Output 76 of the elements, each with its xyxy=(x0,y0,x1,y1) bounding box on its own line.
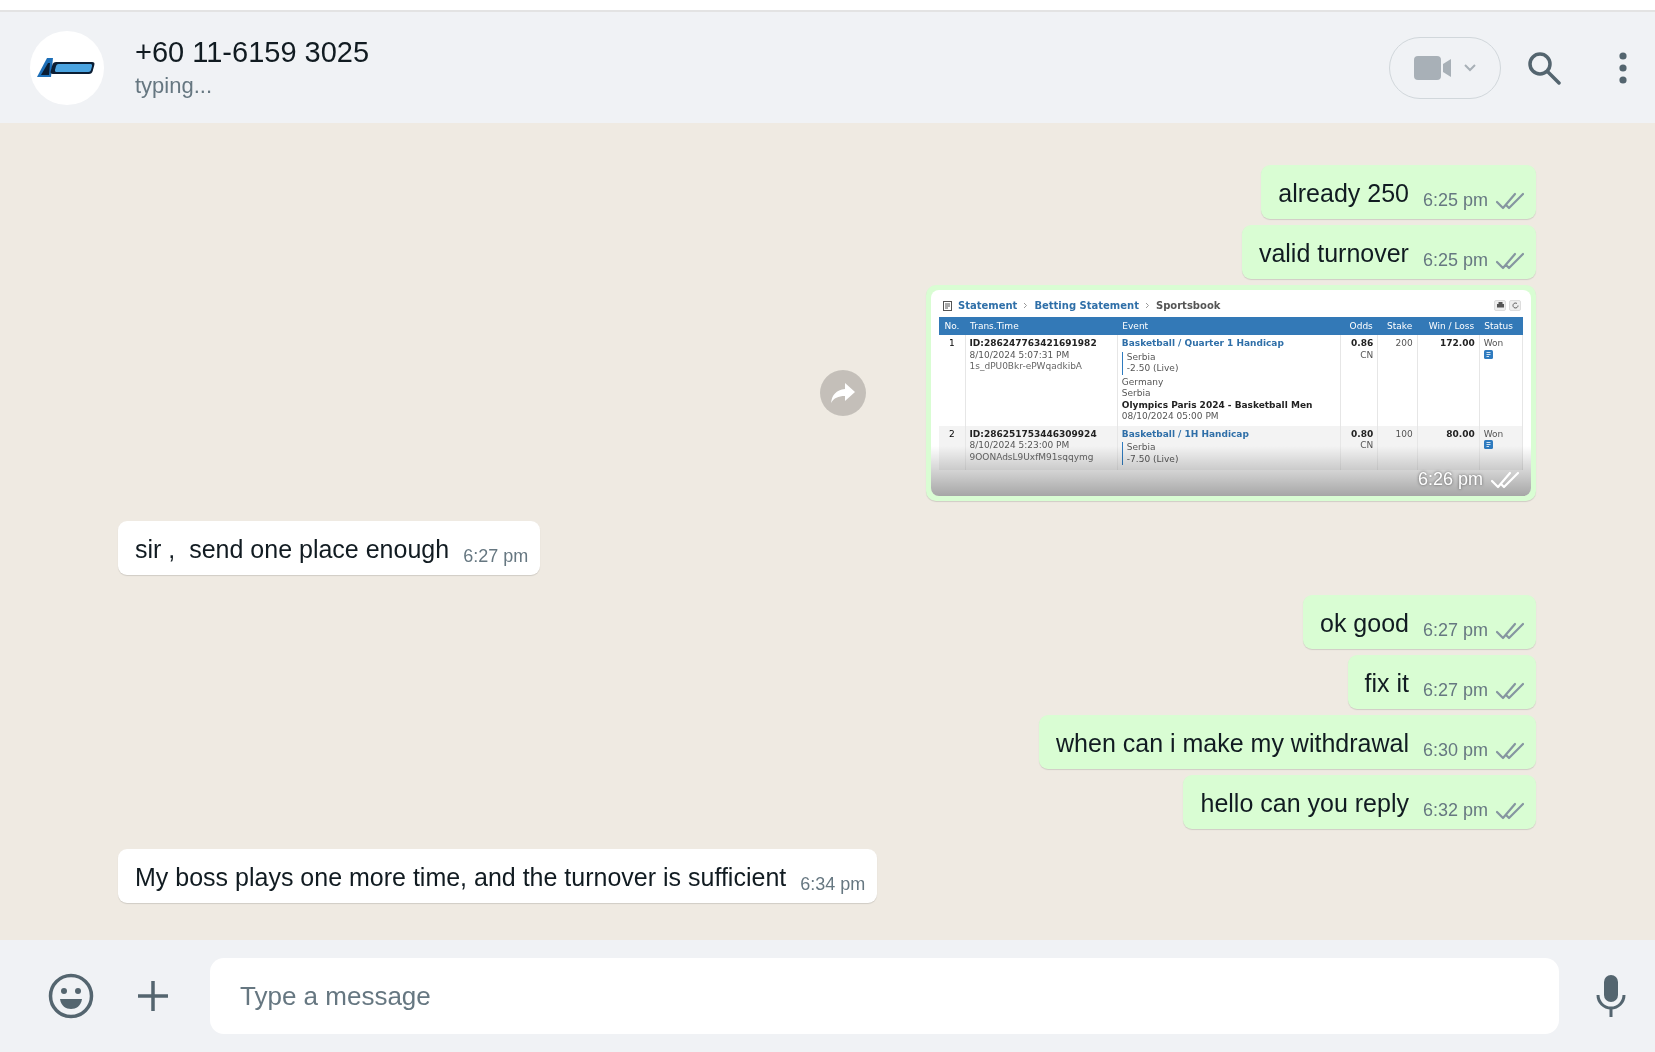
emoji-icon[interactable] xyxy=(48,973,94,1019)
odds-value: 0.86 xyxy=(1350,338,1374,350)
message-time: 6:32 pm xyxy=(1422,800,1488,821)
message-input[interactable]: Type a message xyxy=(210,958,1559,1034)
stake-amount: 100 xyxy=(1394,428,1413,440)
document-icon xyxy=(1483,440,1493,449)
bet-type: Basketball / 1H Handicap xyxy=(1121,428,1250,440)
refresh-icon xyxy=(1511,302,1519,309)
message-time: 6:34 pm xyxy=(800,874,866,895)
menu-icon[interactable] xyxy=(1619,51,1627,84)
message-time: 6:30 pm xyxy=(1422,740,1488,761)
column-header: Event xyxy=(1122,321,1149,331)
transaction-time: 8/10/2024 5:23:00 PM xyxy=(969,440,1071,452)
message-time: 6:27 pm xyxy=(463,546,529,567)
bet-status: Won xyxy=(1483,338,1505,350)
chevron-right-icon xyxy=(1144,302,1150,309)
message-time: 6:26 pm xyxy=(1417,469,1483,490)
message-text: already 250 xyxy=(1278,178,1409,209)
win-loss-amount: 80.00 xyxy=(1445,428,1475,440)
printer-icon xyxy=(1496,302,1504,309)
breadcrumb-current: Sportsbook xyxy=(1155,300,1221,311)
selection: Serbia xyxy=(1126,351,1157,363)
stake-amount: 200 xyxy=(1394,338,1413,350)
breadcrumb-link[interactable]: Statement xyxy=(958,300,1018,311)
image-message[interactable] xyxy=(926,285,1536,501)
selection: Serbia xyxy=(1126,442,1157,454)
message-text: sir , send one place enough xyxy=(135,534,450,565)
message-time: 6:25 pm xyxy=(1422,190,1488,211)
typing-status: typing... xyxy=(135,73,214,99)
odds-value: 0.80 xyxy=(1350,428,1374,440)
column-header: Stake xyxy=(1387,321,1413,331)
win-loss-amount: 172.00 xyxy=(1438,338,1475,350)
team-name: Serbia xyxy=(1121,388,1152,400)
odds-type: CN xyxy=(1359,349,1374,361)
row-number: 2 xyxy=(947,428,956,440)
column-header: Trans.Time xyxy=(970,321,1019,331)
video-camera-icon xyxy=(1414,55,1452,80)
refresh-button[interactable] xyxy=(1509,300,1521,311)
message-text: hello can you reply xyxy=(1200,788,1409,819)
contact-name: +60 11-6159 3025 xyxy=(135,36,371,69)
odds-type: CN xyxy=(1359,440,1374,452)
curved-arrow-icon xyxy=(830,382,856,404)
plus-icon[interactable] xyxy=(136,979,170,1013)
document-icon xyxy=(1483,349,1493,359)
message-text: when can i make my withdrawal xyxy=(1056,728,1409,759)
transaction-id: ID:286247763421691982 xyxy=(969,338,1098,350)
column-header: Status xyxy=(1484,321,1513,331)
transaction-id: ID:286251753446309924 xyxy=(969,428,1098,440)
message-text: fix it xyxy=(1364,668,1409,699)
message-time: 6:27 pm xyxy=(1422,680,1488,701)
league-name: Olympics Paris 2024 - Basketball Men xyxy=(1121,399,1314,411)
column-header: Win / Loss xyxy=(1428,321,1475,331)
breadcrumb-link[interactable]: Betting Statement xyxy=(1034,300,1139,311)
reference-code: 1s_dPU0Bkr-ePWqadkibA xyxy=(969,361,1083,373)
bet-type: Basketball / Quarter 1 Handicap xyxy=(1121,338,1285,350)
row-number: 1 xyxy=(947,338,956,350)
search-icon[interactable] xyxy=(1527,50,1561,85)
team-name: Germany xyxy=(1121,376,1165,388)
bet-status: Won xyxy=(1483,428,1505,440)
chevron-down-icon xyxy=(1464,63,1476,72)
message-text: My boss plays one more time, and the turnover is sufficient xyxy=(135,862,787,893)
message-time: 6:27 pm xyxy=(1422,620,1488,641)
print-button[interactable] xyxy=(1494,300,1506,311)
transaction-time: 8/10/2024 5:07:31 PM xyxy=(969,349,1071,361)
message-text: valid turnover xyxy=(1258,238,1409,269)
chevron-right-icon xyxy=(1023,302,1029,309)
match-time: 08/10/2024 05:00 PM xyxy=(1121,411,1220,423)
message-text: ok good xyxy=(1320,608,1409,639)
statement-icon xyxy=(943,300,952,311)
column-header: Odds xyxy=(1349,321,1373,331)
handicap-line: -7.50 (Live) xyxy=(1126,453,1180,465)
reference-code: 9OONAdsL9UxfM91sqqymg xyxy=(969,451,1095,463)
column-header: No. xyxy=(944,321,960,331)
microphone-icon[interactable] xyxy=(1595,974,1627,1018)
message-time: 6:25 pm xyxy=(1422,250,1488,271)
handicap-line: -2.50 (Live) xyxy=(1126,363,1180,375)
